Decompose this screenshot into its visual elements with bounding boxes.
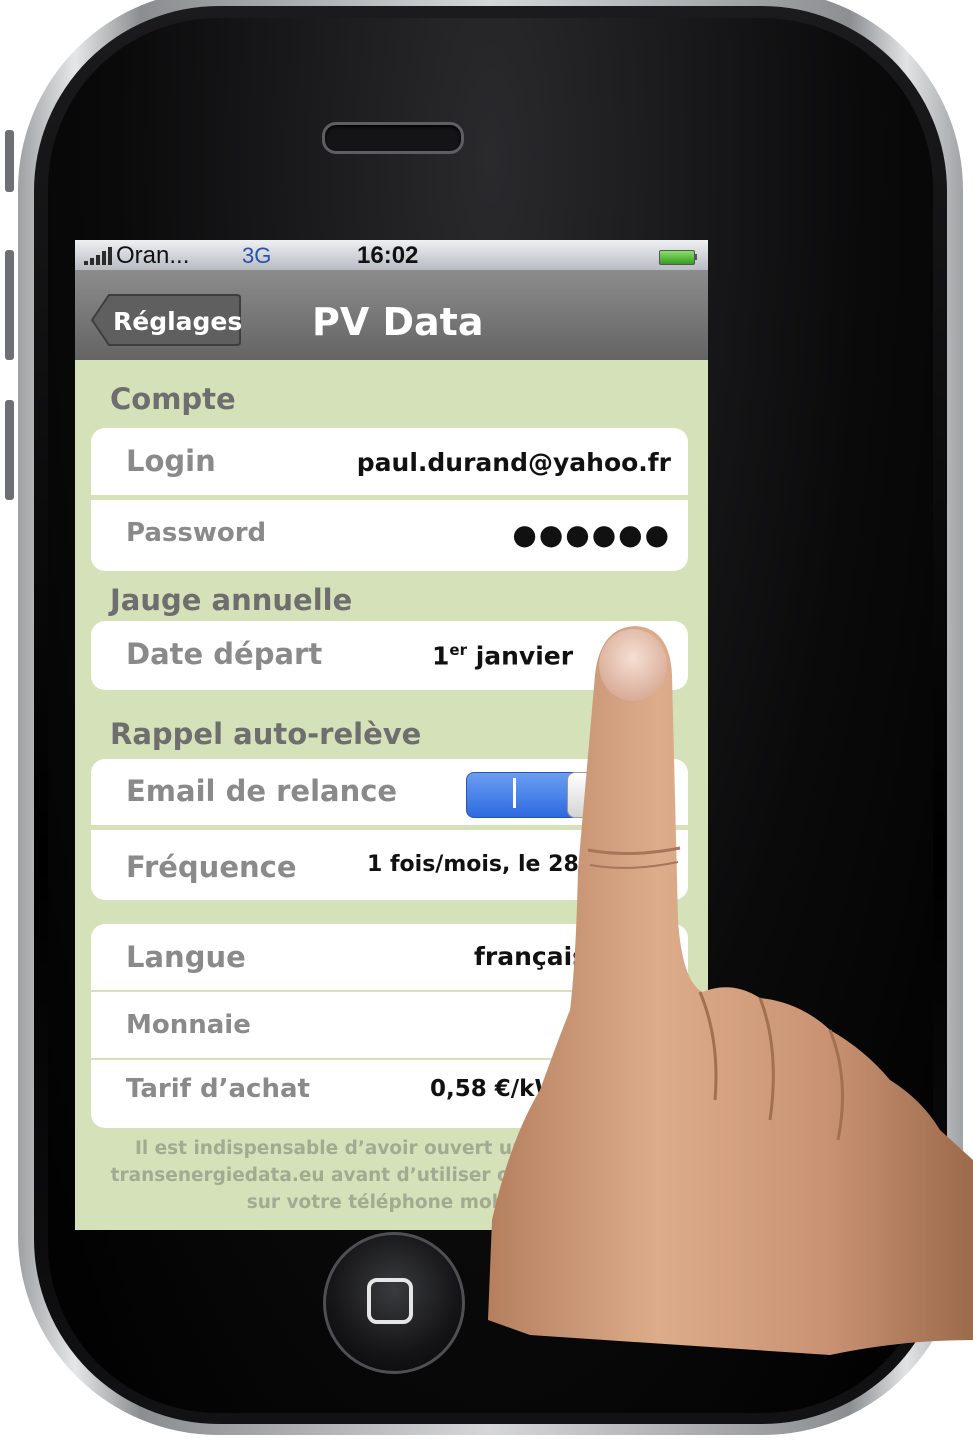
home-button-icon [367,1278,413,1324]
mute-switch [5,130,14,192]
battery-icon [659,250,695,265]
battery-tip [694,254,697,260]
login-row[interactable]: Login paul.durand@yahoo.fr [91,428,688,495]
reminder-email-label: Email de relance [126,774,398,808]
language-label: Langue [126,940,246,974]
frequency-label: Fréquence [126,850,297,884]
start-date-day: 1 [432,641,450,671]
password-label: Password [126,518,267,548]
status-clock: 16:02 [357,242,419,269]
password-value[interactable]: ●●●●●● [512,518,671,551]
volume-down-button [5,400,14,500]
back-button-label[interactable]: Réglages [113,307,242,336]
password-row[interactable]: Password ●●●●●● [91,500,688,571]
section-header-account: Compte [110,382,236,416]
status-bar: Oran... 3G 16:02 [75,240,708,270]
start-date-ordinal: er [449,641,467,659]
carrier-name: Oran... [116,242,190,269]
pointing-hand-image [488,626,973,1355]
network-type: 3G [242,243,272,268]
start-date-label: Date départ [126,637,323,671]
login-label: Login [126,444,216,478]
section-header-gauge: Jauge annuelle [110,583,353,617]
volume-up-button [5,250,14,360]
earpiece-speaker [322,122,464,154]
tariff-label: Tarif d’achat [126,1074,310,1104]
section-header-reminder: Rappel auto-relève [110,717,422,751]
navigation-bar: Réglages PV Data [75,270,708,360]
login-value[interactable]: paul.durand@yahoo.fr [357,448,671,477]
currency-label: Monnaie [126,1010,251,1040]
page-title: PV Data [312,300,484,344]
signal-strength-icon [84,247,112,265]
